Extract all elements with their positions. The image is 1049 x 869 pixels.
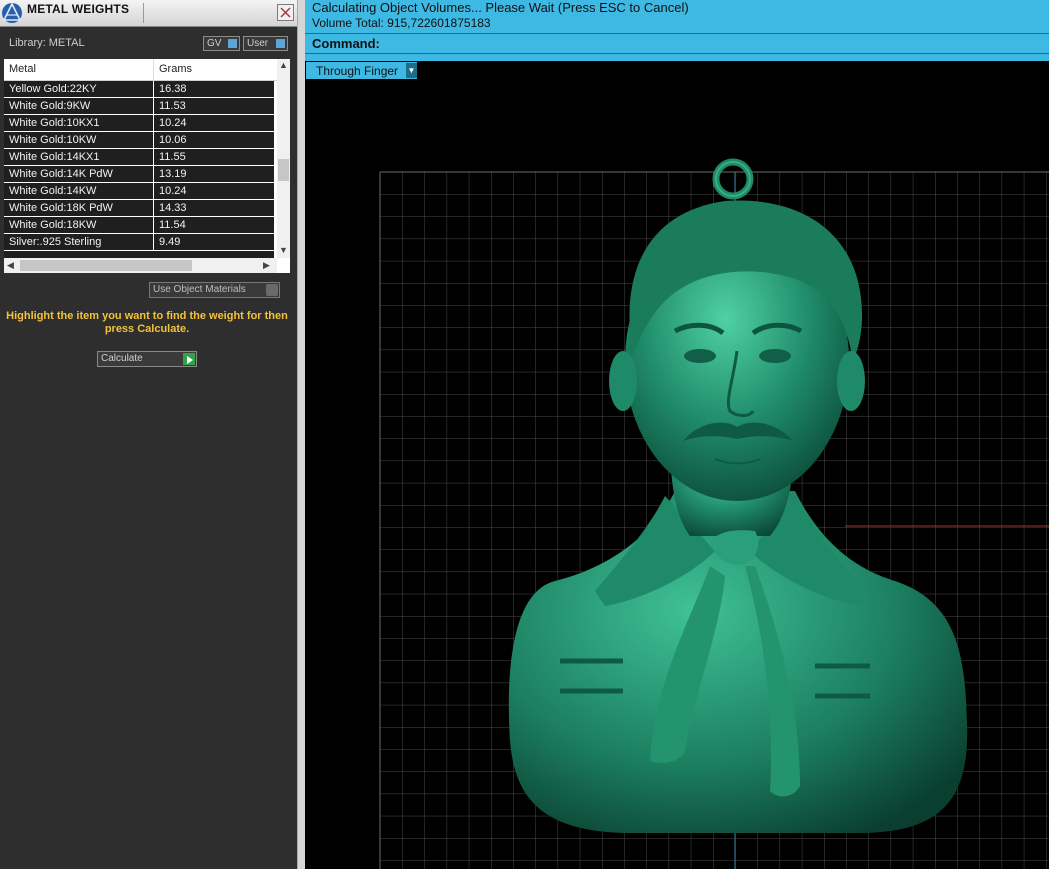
- metal-cell: Silver:.925 Sterling: [9, 236, 102, 248]
- cell-divider: [153, 98, 154, 115]
- vertical-scrollbar[interactable]: ▲ ▼: [277, 59, 290, 258]
- cell-divider: [153, 81, 154, 98]
- viewport-scene: [379, 158, 1049, 869]
- toggle-circle-icon: [266, 284, 278, 296]
- volume-total: Volume Total: 915,722601875183: [312, 16, 491, 30]
- grams-cell: 11.53: [159, 100, 186, 112]
- metal-cell: White Gold:14KX1: [9, 151, 100, 163]
- gv-toggle-label: GV: [207, 38, 222, 49]
- table-row[interactable]: White Gold:9KW 11.53: [4, 98, 274, 115]
- column-header-metal[interactable]: Metal: [9, 63, 36, 75]
- vertical-scroll-thumb[interactable]: [278, 159, 289, 181]
- toggle-indicator-icon: [228, 39, 237, 48]
- table-row[interactable]: White Gold:10KW 10.06: [4, 132, 274, 149]
- play-icon: [183, 353, 195, 365]
- status-message: Calculating Object Volumes... Please Wai…: [312, 0, 689, 15]
- metal-cell: White Gold:9KW: [9, 100, 91, 112]
- grams-cell: 10.24: [159, 185, 187, 197]
- scroll-up-icon[interactable]: ▲: [279, 60, 288, 70]
- cell-divider: [153, 149, 154, 166]
- table-row[interactable]: White Gold:14KW 10.24: [4, 183, 274, 200]
- metal-weights-table: Metal Grams Yellow Gold:22KY 16.38 White …: [4, 59, 290, 273]
- calculate-button[interactable]: Calculate: [97, 351, 197, 367]
- table-row[interactable]: White Gold:14K PdW 13.19: [4, 166, 274, 183]
- metal-weights-panel: METAL WEIGHTS Library: METAL GV User Met…: [0, 0, 297, 869]
- metal-cell: White Gold:10KX1: [9, 117, 100, 129]
- panel-titlebar: METAL WEIGHTS: [0, 0, 297, 27]
- user-toggle[interactable]: User: [243, 36, 288, 51]
- hint-text: Highlight the item you want to find the …: [6, 310, 288, 335]
- table-row[interactable]: Yellow Gold:22KY 16.38: [4, 81, 274, 98]
- close-button[interactable]: [277, 4, 294, 21]
- cell-divider: [153, 132, 154, 149]
- grams-cell: 10.06: [159, 134, 187, 146]
- use-object-materials-label: Use Object Materials: [153, 284, 246, 295]
- table-row[interactable]: White Gold:18KW 11.54: [4, 217, 274, 234]
- close-icon: [280, 7, 291, 18]
- header-divider: [153, 59, 154, 80]
- horizontal-scrollbar[interactable]: ◀ ▶: [4, 258, 277, 273]
- scroll-right-icon[interactable]: ▶: [263, 260, 270, 271]
- table-row[interactable]: White Gold:14KX1 11.55: [4, 149, 274, 166]
- grams-cell: 11.55: [159, 151, 186, 163]
- scroll-down-icon[interactable]: ▼: [279, 245, 288, 255]
- grams-cell: 13.19: [159, 168, 187, 180]
- table-header: Metal Grams: [4, 59, 277, 81]
- cell-divider: [153, 115, 154, 132]
- metal-cell: White Gold:14K PdW: [9, 168, 113, 180]
- metal-cell: White Gold:18K PdW: [9, 202, 113, 214]
- scroll-left-icon[interactable]: ◀: [7, 260, 14, 271]
- grams-cell: 10.24: [159, 117, 187, 129]
- cell-divider: [153, 200, 154, 217]
- calculate-label: Calculate: [101, 353, 143, 364]
- cell-divider: [153, 234, 154, 251]
- user-toggle-label: User: [247, 38, 269, 49]
- table-row[interactable]: Silver:.925 Sterling 9.49: [4, 234, 274, 251]
- chevron-down-icon[interactable]: ▼: [406, 63, 417, 78]
- view-mode-label: Through Finger: [316, 64, 399, 78]
- use-object-materials-toggle[interactable]: Use Object Materials: [149, 282, 280, 298]
- toggle-indicator-icon: [276, 39, 285, 48]
- title-separator: [143, 3, 144, 23]
- grams-cell: 9.49: [159, 236, 181, 248]
- table-row[interactable]: White Gold:18K PdW 14.33: [4, 200, 274, 217]
- panel-splitter[interactable]: [297, 0, 305, 869]
- grams-cell: 11.54: [159, 219, 186, 231]
- metal-cell: White Gold:18KW: [9, 219, 97, 231]
- cell-divider: [153, 166, 154, 183]
- app-logo-icon: [2, 2, 22, 23]
- view-mode-dropdown[interactable]: Through Finger ▼: [306, 62, 417, 79]
- cell-divider: [153, 183, 154, 200]
- command-label: Command:: [312, 36, 380, 51]
- table-row[interactable]: White Gold:10KX1 10.24: [4, 115, 274, 132]
- command-bar[interactable]: Command:: [305, 33, 1049, 54]
- cell-divider: [153, 217, 154, 234]
- grams-cell: 16.38: [159, 83, 187, 95]
- 3d-viewport[interactable]: Through Finger ▼: [305, 61, 1049, 869]
- library-label: Library: METAL: [9, 37, 85, 49]
- gv-toggle[interactable]: GV: [203, 36, 240, 51]
- horizontal-scroll-thumb[interactable]: [20, 260, 192, 271]
- grams-cell: 14.33: [159, 202, 187, 214]
- metal-cell: White Gold:10KW: [9, 134, 97, 146]
- metal-cell: Yellow Gold:22KY: [9, 83, 97, 95]
- column-header-grams[interactable]: Grams: [159, 63, 192, 75]
- metal-cell: White Gold:14KW: [9, 185, 97, 197]
- panel-title: METAL WEIGHTS: [27, 2, 130, 16]
